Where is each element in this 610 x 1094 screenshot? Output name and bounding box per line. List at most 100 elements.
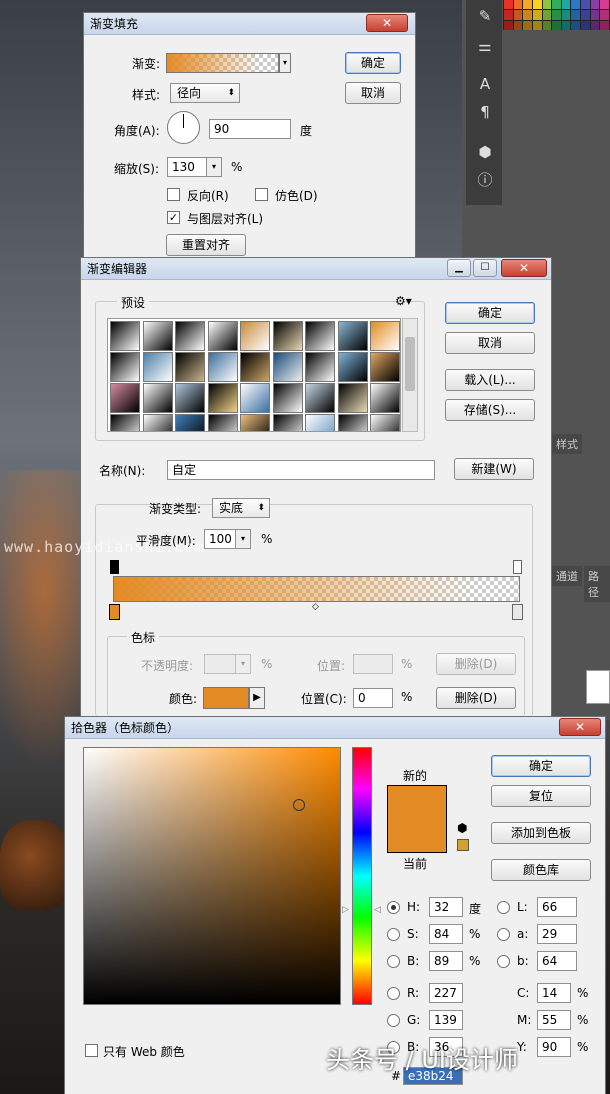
swatch-cell[interactable] bbox=[581, 0, 590, 10]
b-lab-radio[interactable] bbox=[497, 955, 510, 968]
smooth-input[interactable]: 100 bbox=[204, 529, 236, 549]
preset-gradient-thumb[interactable] bbox=[240, 383, 270, 413]
swatch-cell[interactable] bbox=[590, 0, 600, 10]
swatch-cell[interactable] bbox=[600, 20, 609, 30]
layer-thumbnail[interactable] bbox=[586, 670, 610, 704]
preset-gradient-thumb[interactable] bbox=[240, 414, 270, 431]
swatch-cell[interactable] bbox=[600, 0, 609, 10]
preset-gradient-thumb[interactable] bbox=[207, 321, 238, 351]
swatch-cell[interactable] bbox=[571, 20, 581, 30]
color-cursor[interactable] bbox=[293, 799, 305, 811]
preset-gradient-thumb[interactable] bbox=[240, 321, 270, 351]
h-input[interactable]: 32 bbox=[429, 897, 463, 917]
preset-gradient-thumb[interactable] bbox=[207, 352, 238, 382]
s-input[interactable]: 84 bbox=[429, 924, 463, 944]
brightness-radio[interactable] bbox=[387, 955, 400, 968]
reverse-checkbox[interactable] bbox=[167, 188, 180, 201]
swatch-cell[interactable] bbox=[561, 20, 571, 30]
preset-gradient-thumb[interactable] bbox=[305, 414, 335, 431]
align-checkbox[interactable]: ✓ bbox=[167, 211, 180, 224]
swatch-cell[interactable] bbox=[581, 20, 590, 30]
info-icon[interactable]: ⓘ bbox=[474, 170, 496, 190]
preset-gradient-thumb[interactable] bbox=[337, 321, 368, 351]
color-field[interactable] bbox=[83, 747, 341, 1005]
preset-gradient-thumb[interactable] bbox=[142, 414, 173, 431]
hue-slider[interactable] bbox=[352, 747, 372, 1005]
swatch-cell[interactable] bbox=[571, 0, 581, 10]
swatch-cell[interactable] bbox=[552, 20, 561, 30]
swatch-cell[interactable] bbox=[532, 0, 542, 10]
tab-paths[interactable]: 路径 bbox=[584, 566, 610, 602]
close-icon[interactable]: ✕ bbox=[366, 14, 408, 32]
h-radio[interactable] bbox=[387, 901, 400, 914]
preset-gradient-thumb[interactable] bbox=[175, 352, 205, 382]
swatch-cell[interactable] bbox=[571, 10, 581, 20]
a-input[interactable]: 29 bbox=[537, 924, 577, 944]
preset-gradient-thumb[interactable] bbox=[175, 414, 205, 431]
color-libraries-button[interactable]: 颜色库 bbox=[491, 859, 591, 881]
triangle-right-icon[interactable]: ▷ bbox=[342, 905, 349, 915]
g-radio[interactable] bbox=[387, 1014, 400, 1027]
save-button[interactable]: 存储(S)... bbox=[445, 399, 535, 421]
s-radio[interactable] bbox=[387, 928, 400, 941]
brush-icon[interactable]: ✎ bbox=[474, 6, 496, 26]
preset-gradient-thumb[interactable] bbox=[240, 352, 270, 382]
web-only-checkbox[interactable] bbox=[85, 1044, 98, 1057]
adjust-icon[interactable]: ⚌ bbox=[474, 36, 496, 56]
preset-gradient-thumb[interactable] bbox=[337, 352, 368, 382]
swatch-grid[interactable] bbox=[503, 0, 610, 30]
c-input[interactable]: 14 bbox=[537, 983, 571, 1003]
r-input[interactable]: 227 bbox=[429, 983, 463, 1003]
preset-gradient-thumb[interactable] bbox=[110, 383, 140, 413]
preset-gradient-thumb[interactable] bbox=[370, 352, 400, 382]
preset-gradient-thumb[interactable] bbox=[305, 321, 335, 351]
cube-icon[interactable]: ⬢ bbox=[474, 142, 496, 162]
gradient-swatch[interactable] bbox=[166, 53, 279, 73]
preset-gradient-thumb[interactable] bbox=[110, 321, 140, 351]
color-position-input[interactable]: 0 bbox=[353, 688, 393, 708]
tab-channels[interactable]: 通道 bbox=[552, 566, 582, 586]
triangle-left-icon[interactable]: ◁ bbox=[374, 905, 381, 915]
preset-gradient-thumb[interactable] bbox=[142, 321, 173, 351]
preset-gradient-thumb[interactable] bbox=[272, 352, 303, 382]
close-icon[interactable]: ✕ bbox=[559, 718, 601, 736]
swatch-cell[interactable] bbox=[552, 10, 561, 20]
angle-input[interactable]: 90 bbox=[209, 119, 291, 139]
preset-gradient-thumb[interactable] bbox=[370, 414, 400, 431]
add-swatch-button[interactable]: 添加到色板 bbox=[491, 822, 591, 844]
swatch-cell[interactable] bbox=[542, 20, 552, 30]
cancel-button[interactable]: 取消 bbox=[445, 332, 535, 354]
preset-scrollbar[interactable] bbox=[402, 318, 418, 432]
color-stop-right[interactable] bbox=[512, 604, 523, 620]
preset-gradient-thumb[interactable] bbox=[175, 321, 205, 351]
preset-gradient-thumb[interactable] bbox=[272, 321, 303, 351]
preset-gradient-thumb[interactable] bbox=[305, 383, 335, 413]
chevron-down-icon[interactable]: ▾ bbox=[279, 53, 291, 73]
m-input[interactable]: 55 bbox=[537, 1010, 571, 1030]
type-select[interactable]: 实底 ⬍ bbox=[212, 498, 270, 518]
g-input[interactable]: 139 bbox=[429, 1010, 463, 1030]
preset-gradient-thumb[interactable] bbox=[272, 414, 303, 431]
cancel-button[interactable]: 取消 bbox=[345, 82, 401, 104]
scale-input[interactable]: 130 bbox=[167, 157, 207, 177]
chevron-down-icon[interactable]: ▾ bbox=[235, 529, 251, 549]
delete-color-button[interactable]: 删除(D) bbox=[436, 687, 516, 709]
preset-gradient-thumb[interactable] bbox=[207, 383, 238, 413]
stop-color-swatch[interactable] bbox=[203, 687, 249, 709]
preset-gradient-thumb[interactable] bbox=[337, 383, 368, 413]
l-input[interactable]: 66 bbox=[537, 897, 577, 917]
preset-gradient-thumb[interactable] bbox=[142, 352, 173, 382]
swatch-cell[interactable] bbox=[542, 0, 552, 10]
close-icon[interactable]: ✕ bbox=[501, 259, 547, 277]
opacity-stop-right[interactable] bbox=[513, 560, 522, 574]
angle-dial[interactable] bbox=[167, 111, 200, 144]
ok-button[interactable]: 确定 bbox=[445, 302, 535, 324]
dither-checkbox[interactable] bbox=[255, 188, 268, 201]
preset-gradient-thumb[interactable] bbox=[110, 352, 140, 382]
gear-icon[interactable]: ⚙▾ bbox=[395, 294, 412, 308]
b-lab-input[interactable]: 64 bbox=[537, 951, 577, 971]
swatch-cell[interactable] bbox=[513, 20, 523, 30]
a-radio[interactable] bbox=[497, 928, 510, 941]
l-radio[interactable] bbox=[497, 901, 510, 914]
gradient-bar[interactable] bbox=[113, 576, 520, 602]
